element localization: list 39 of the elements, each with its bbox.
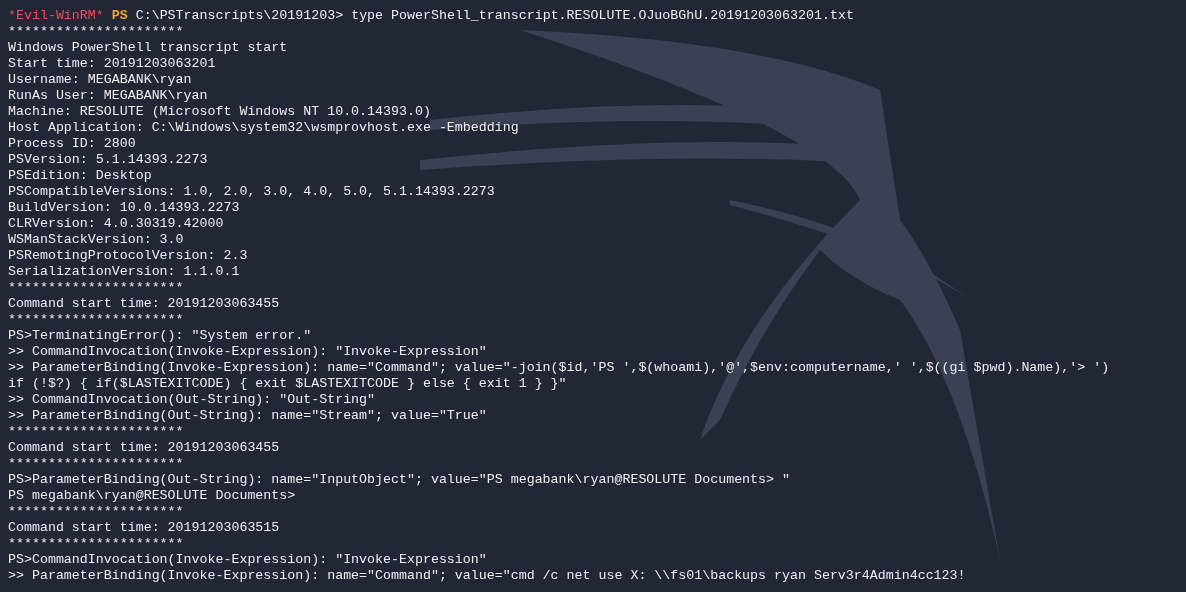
output-line: PSCompatibleVersions: 1.0, 2.0, 3.0, 4.0, 5.0, 5.1.14393.2273 [8,184,495,199]
output-line: WSManStackVersion: 3.0 [8,232,184,247]
output-line: CLRVersion: 4.0.30319.42000 [8,216,224,231]
prompt-shell: PS [111,8,128,23]
output-line: >> ParameterBinding(Out-String): name="Stream"; value="True" [8,408,487,423]
output-line: >> CommandInvocation(Out-String): "Out-String" [8,392,376,407]
output-line: ********************** [8,504,184,519]
output-line: ********************** [8,280,184,295]
prompt-tag: *Evil-WinRM* [8,8,104,23]
output-line: PS>TerminatingError(): "System error." [8,328,312,343]
output-line: Command start time: 20191203063455 [8,440,280,455]
output-line: Machine: RESOLUTE (Microsoft Windows NT 10.0.14393.0) [8,104,431,119]
output-line: SerializationVersion: 1.1.0.1 [8,264,240,279]
output-line: Username: MEGABANK\ryan [8,72,192,87]
prompt-path: C:\PSTranscripts\20191203> [135,8,344,23]
output-line: PSEdition: Desktop [8,168,152,183]
output-line: ********************** [8,424,184,439]
output-line: ********************** [8,24,184,39]
output-line: BuildVersion: 10.0.14393.2273 [8,200,240,215]
output-line: if (!$?) { if($LASTEXITCODE) { exit $LASTEXITCODE } else { exit 1 } }" [8,376,567,391]
output-line: ********************** [8,536,184,551]
output-line: >> CommandInvocation(Invoke-Expression): "Invoke-Expression" [8,344,487,359]
output-line: PS>ParameterBinding(Out-String): name="InputObject"; value="PS megabank\ryan@RESOLUTE Documents> " [8,472,790,487]
output-line: Process ID: 2800 [8,136,136,151]
command-text: type PowerShell_transcript.RESOLUTE.OJuoBGhU.20191203063201.txt [351,8,854,23]
output-line: Command start time: 20191203063455 [8,296,280,311]
output-line: >> ParameterBinding(Invoke-Expression): name="Command"; value="cmd /c net use X: \\fs01\backups ryan Serv3r4Admin4cc123! [8,568,966,583]
output-line: Host Application: C:\Windows\system32\wsmprovhost.exe -Embedding [8,120,519,135]
output-line: Start time: 20191203063201 [8,56,216,71]
output-line: Command start time: 20191203063515 [8,520,280,535]
output-line: Windows PowerShell transcript start [8,40,288,55]
output-line: ********************** [8,456,184,471]
output-line: PSRemotingProtocolVersion: 2.3 [8,248,248,263]
output-line: >> ParameterBinding(Invoke-Expression): name="Command"; value="-join($id,'PS ',$(whoami),'@',$env:computername,' ',$((gi $pwd).Name),'> ') [8,360,1110,375]
output-line: RunAs User: MEGABANK\ryan [8,88,208,103]
output-line: PS>CommandInvocation(Invoke-Expression): "Invoke-Expression" [8,552,487,567]
output-line: PSVersion: 5.1.14393.2273 [8,152,208,167]
output-line: PS megabank\ryan@RESOLUTE Documents> [8,488,296,503]
output-line: ********************** [8,312,184,327]
